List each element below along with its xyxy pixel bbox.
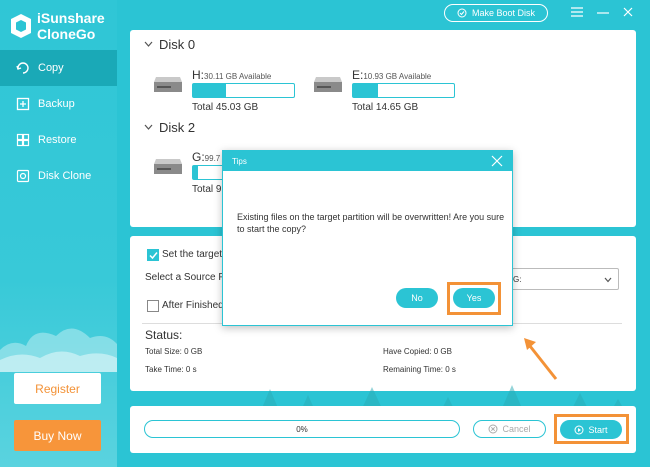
chevron-down-icon — [604, 277, 612, 283]
partition-total: Total 14.65 GB — [352, 102, 419, 113]
no-button[interactable]: No — [396, 288, 438, 308]
chevron-down-icon — [144, 124, 153, 130]
sidebar-item-label: Restore — [38, 134, 77, 146]
clouds-decoration — [0, 328, 117, 372]
cancel-icon — [488, 424, 498, 434]
yes-highlight-box — [447, 282, 501, 315]
register-button[interactable]: Register — [14, 373, 101, 404]
brand-name-line1: iSunshare — [37, 10, 105, 26]
pointer-arrow-icon — [524, 338, 558, 380]
disk-0-title: Disk 0 — [159, 37, 196, 52]
partition-usage-bar — [192, 83, 295, 98]
partition-total: Total 45.03 GB — [192, 102, 259, 113]
progress-bar: 0% — [144, 420, 460, 438]
have-copied-stat: Have Copied: 0 GB — [383, 347, 452, 356]
sidebar-item-label: Backup — [38, 98, 75, 110]
remaining-time-stat: Remaining Time: 0 s — [383, 365, 456, 374]
target-partition-select[interactable]: G: — [506, 268, 619, 290]
take-time-stat: Take Time: 0 s — [145, 365, 197, 374]
partition-usage-bar — [352, 83, 455, 98]
close-icon[interactable] — [620, 4, 636, 20]
select-source-label: Select a Source P — [145, 272, 226, 283]
check-icon — [148, 251, 158, 259]
hard-drive-icon — [154, 159, 182, 174]
dialog-title: Tips — [232, 156, 247, 166]
title-bar: Make Boot Disk — [117, 0, 650, 30]
minimize-icon[interactable] — [595, 4, 611, 20]
buy-now-button[interactable]: Buy Now — [14, 420, 101, 451]
cancel-label: Cancel — [502, 424, 531, 434]
after-finished-label: After Finished — [162, 300, 224, 311]
set-target-label: Set the target — [162, 249, 223, 260]
start-highlight-box — [554, 414, 629, 444]
make-boot-disk-label: Make Boot Disk — [471, 8, 536, 18]
set-target-checkbox[interactable] — [147, 249, 159, 261]
chevron-down-icon — [144, 41, 153, 47]
disk-clone-icon — [16, 169, 30, 183]
sidebar-item-restore[interactable]: Restore — [0, 122, 117, 158]
close-icon[interactable] — [490, 154, 504, 168]
partition-available: 10.93 GB Available — [363, 72, 432, 81]
status-title: Status: — [145, 328, 183, 342]
hard-drive-icon — [314, 77, 342, 92]
brand: iSunshare CloneGo — [10, 10, 105, 42]
hard-drive-icon — [154, 77, 182, 92]
restore-icon — [16, 133, 30, 147]
sidebar-nav: Copy Backup Restore Disk Clone — [0, 50, 117, 194]
menu-icon[interactable] — [569, 4, 585, 20]
sidebar-item-label: Copy — [38, 62, 64, 74]
brand-name-line2: CloneGo — [37, 26, 96, 42]
total-size-stat: Total Size: 0 GB — [145, 347, 203, 356]
sidebar-item-disk-clone[interactable]: Disk Clone — [0, 158, 117, 194]
disk-0-header[interactable]: Disk 0 — [144, 37, 195, 52]
logo-icon — [11, 14, 31, 38]
partition-letter: H:30.11 GB Available — [192, 68, 272, 82]
partition-e[interactable]: E:10.93 GB Available Total 14.65 GB — [312, 62, 462, 113]
partition-available: 30.11 GB Available — [204, 72, 272, 81]
sidebar-item-label: Disk Clone — [38, 170, 92, 182]
copy-icon — [16, 62, 29, 74]
after-finished-checkbox[interactable] — [147, 300, 159, 312]
partition-letter: E:10.93 GB Available — [352, 68, 432, 82]
progress-text: 0% — [296, 424, 308, 434]
sidebar-item-backup[interactable]: Backup — [0, 86, 117, 122]
partition-available: 99.7 — [204, 154, 221, 163]
dialog-header: Tips — [223, 151, 512, 171]
disk-2-header[interactable]: Disk 2 — [144, 120, 195, 135]
cancel-button[interactable]: Cancel — [473, 420, 546, 438]
partition-letter: G:99.7 — [192, 150, 221, 164]
sidebar: iSunshare CloneGo Copy Backup Restore Di… — [0, 0, 117, 467]
sidebar-item-copy[interactable]: Copy — [0, 50, 117, 86]
dialog-message: Existing files on the target partition w… — [237, 212, 505, 234]
backup-icon — [16, 97, 30, 111]
partition-total: Total 9 — [192, 184, 222, 195]
target-partition-value: G: — [513, 274, 522, 284]
disk-2-title: Disk 2 — [159, 120, 196, 135]
partition-h[interactable]: H:30.11 GB Available Total 45.03 GB — [152, 62, 302, 113]
boot-disk-icon — [457, 8, 467, 18]
make-boot-disk-button[interactable]: Make Boot Disk — [444, 4, 548, 22]
